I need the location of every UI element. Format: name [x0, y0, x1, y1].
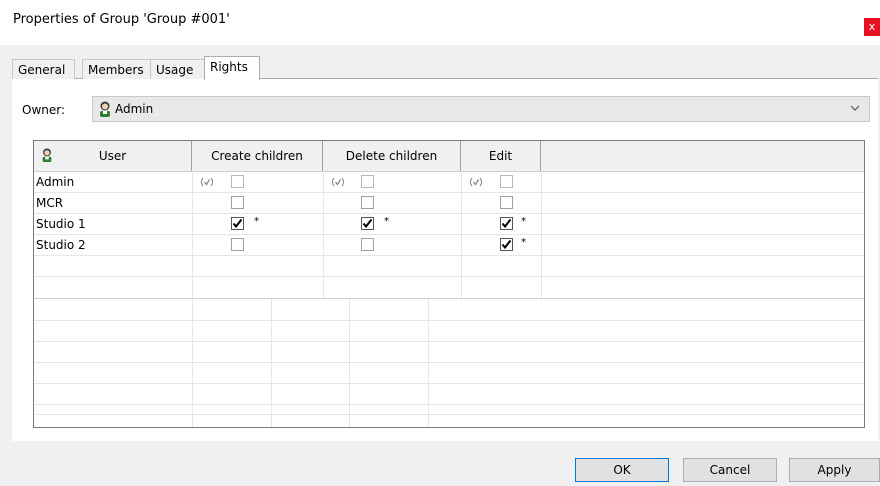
modified-marker: *	[254, 216, 259, 227]
column-header-edit[interactable]: Edit	[461, 141, 541, 171]
owner-label: Owner:	[22, 103, 66, 117]
tab-rights[interactable]: Rights	[204, 56, 260, 80]
edit-checkbox[interactable]	[500, 217, 513, 230]
table-row[interactable]: MCR	[34, 193, 864, 214]
table-row[interactable]: Studio 2 *	[34, 235, 864, 256]
column-header-create-children[interactable]: Create children	[192, 141, 323, 171]
inherited-check-icon	[200, 175, 214, 189]
tab-usage[interactable]: Usage	[150, 59, 206, 79]
edit-checkbox[interactable]	[500, 175, 513, 188]
chevron-down-icon	[849, 101, 861, 115]
delete-children-checkbox[interactable]	[361, 238, 374, 251]
user-name: Admin	[36, 175, 75, 189]
row-divider	[34, 276, 864, 277]
title-bar: Properties of Group 'Group #001' x	[0, 0, 880, 45]
user-icon	[100, 101, 110, 117]
modified-marker: *	[521, 216, 526, 227]
row-divider	[34, 320, 864, 321]
edit-checkbox[interactable]	[500, 238, 513, 251]
close-button[interactable]: x	[864, 18, 880, 36]
create-children-checkbox[interactable]	[231, 175, 244, 188]
owner-dropdown[interactable]: Admin	[92, 96, 870, 122]
create-children-checkbox[interactable]	[231, 238, 244, 251]
row-divider	[34, 362, 864, 363]
row-divider	[34, 404, 864, 405]
inherited-check-icon	[331, 175, 345, 189]
ok-button[interactable]: OK	[575, 458, 669, 482]
inherited-check-icon	[469, 175, 483, 189]
row-divider	[34, 341, 864, 342]
tab-members[interactable]: Members	[82, 59, 154, 79]
modified-marker: *	[384, 216, 389, 227]
user-name: Studio 1	[36, 217, 86, 231]
cancel-button[interactable]: Cancel	[683, 458, 777, 482]
table-row[interactable]: Admin	[34, 172, 864, 193]
column-header-delete-children[interactable]: Delete children	[323, 141, 461, 171]
modified-marker: *	[521, 237, 526, 248]
grid-header: User Create children Delete children Edi…	[34, 141, 864, 172]
tab-general[interactable]: General	[12, 59, 75, 79]
column-divider	[349, 299, 350, 427]
create-children-checkbox[interactable]	[231, 217, 244, 230]
create-children-checkbox[interactable]	[231, 196, 244, 209]
column-divider	[192, 299, 193, 427]
table-row[interactable]: Studio 1 * * *	[34, 214, 864, 235]
column-divider	[428, 299, 429, 427]
user-name: Studio 2	[36, 238, 86, 252]
edit-checkbox[interactable]	[500, 196, 513, 209]
column-header-user-label: User	[98, 149, 127, 163]
row-divider	[34, 383, 864, 384]
user-icon	[42, 148, 52, 162]
apply-button[interactable]: Apply	[789, 458, 880, 482]
owner-value: Admin	[115, 102, 154, 116]
delete-children-checkbox[interactable]	[361, 196, 374, 209]
column-divider	[271, 299, 272, 427]
column-header-user[interactable]: User	[34, 141, 192, 171]
rights-grid: User Create children Delete children Edi…	[33, 140, 865, 428]
delete-children-checkbox[interactable]	[361, 217, 374, 230]
window-title: Properties of Group 'Group #001'	[13, 12, 230, 27]
delete-children-checkbox[interactable]	[361, 175, 374, 188]
row-divider	[34, 414, 864, 415]
row-divider	[34, 298, 864, 299]
user-name: MCR	[36, 196, 64, 210]
properties-dialog: Properties of Group 'Group #001' x Gener…	[0, 0, 880, 486]
